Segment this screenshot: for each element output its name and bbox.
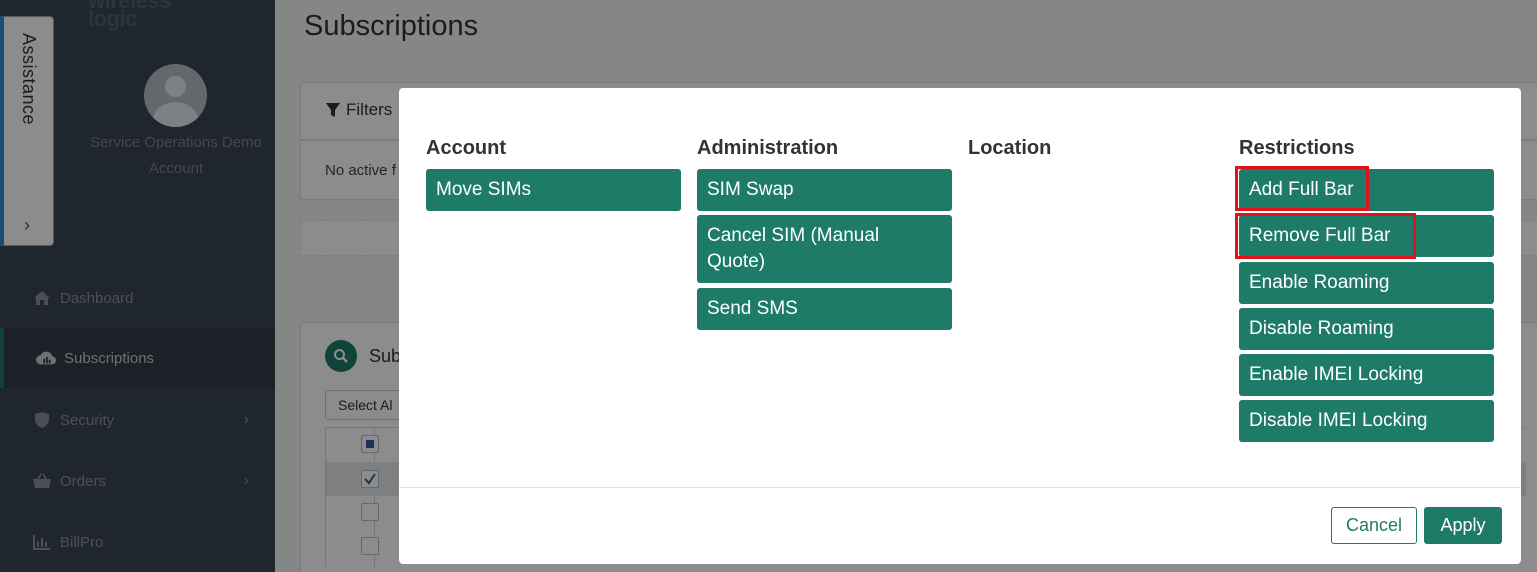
cancel-button[interactable]: Cancel — [1331, 507, 1417, 544]
add-full-bar-button[interactable]: Add Full Bar — [1239, 169, 1494, 211]
column-title-restrictions: Restrictions — [1239, 137, 1355, 159]
apply-button[interactable]: Apply — [1424, 507, 1502, 544]
disable-imei-locking-button[interactable]: Disable IMEI Locking — [1239, 400, 1494, 442]
remove-full-bar-button[interactable]: Remove Full Bar — [1239, 215, 1494, 257]
disable-roaming-button[interactable]: Disable Roaming — [1239, 308, 1494, 350]
modal-footer — [399, 487, 1521, 488]
bulk-actions-modal: Account Administration Location Restrict… — [399, 88, 1521, 564]
send-sms-button[interactable]: Send SMS — [697, 288, 952, 330]
column-title-administration: Administration — [697, 137, 839, 159]
column-title-account: Account — [426, 137, 506, 159]
enable-imei-locking-button[interactable]: Enable IMEI Locking — [1239, 354, 1494, 396]
column-title-location: Location — [968, 137, 1052, 159]
sim-swap-button[interactable]: SIM Swap — [697, 169, 952, 211]
move-sims-button[interactable]: Move SIMs — [426, 169, 681, 211]
cancel-sim-button[interactable]: Cancel SIM (Manual Quote) — [697, 215, 952, 283]
enable-roaming-button[interactable]: Enable Roaming — [1239, 262, 1494, 304]
